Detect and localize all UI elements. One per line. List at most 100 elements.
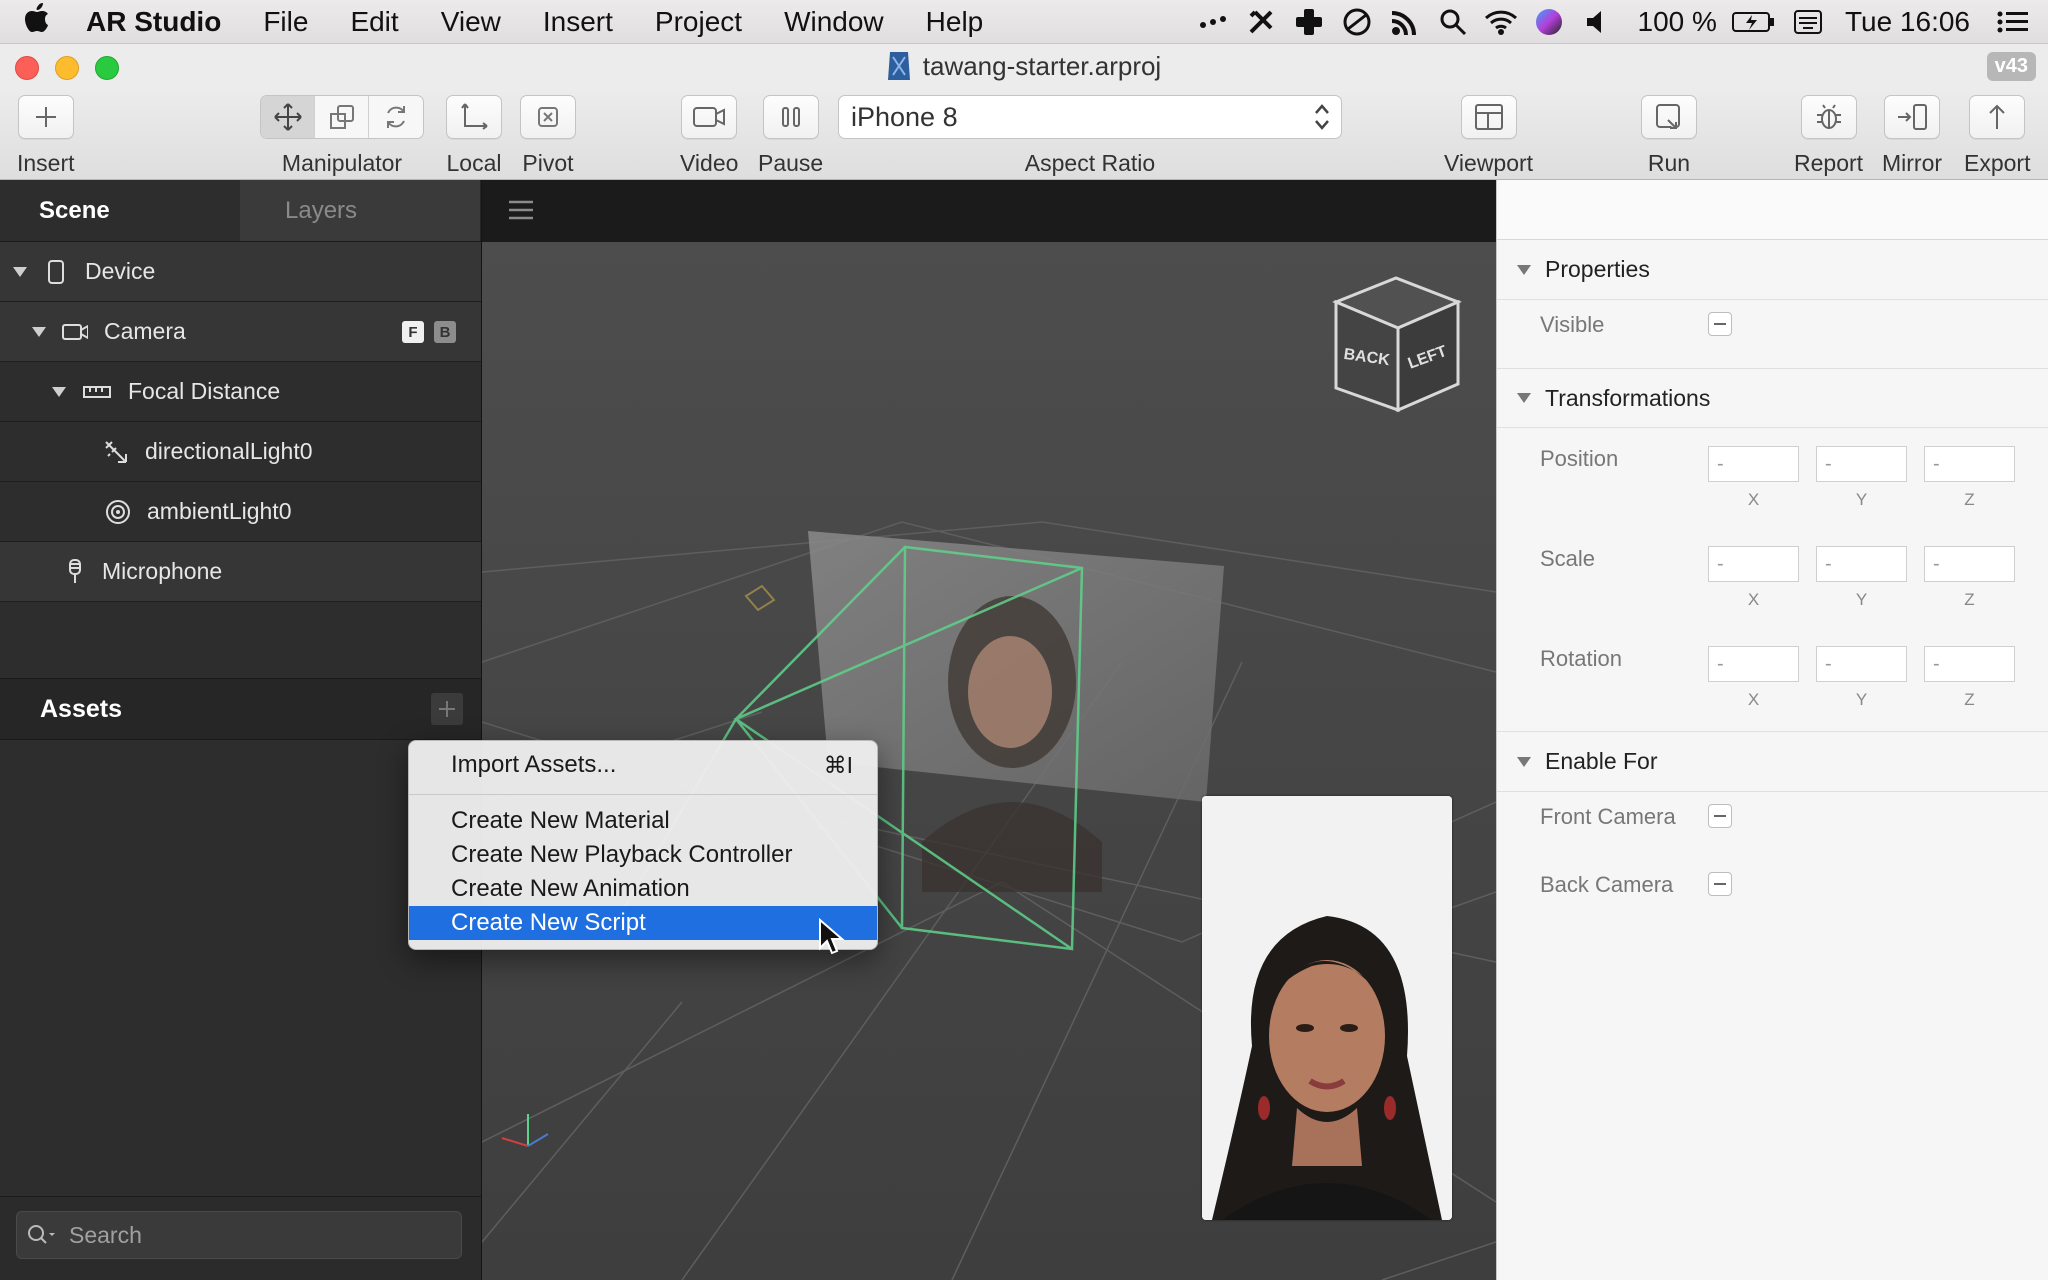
menu-create-playback-controller[interactable]: Create New Playback Controller bbox=[409, 838, 877, 872]
add-asset-button[interactable] bbox=[431, 693, 463, 725]
scale-x-field[interactable]: - bbox=[1708, 546, 1799, 582]
siri-icon[interactable] bbox=[1532, 5, 1566, 39]
menu-file[interactable]: File bbox=[242, 6, 329, 38]
menu-project[interactable]: Project bbox=[634, 6, 763, 38]
no-sign-icon[interactable] bbox=[1340, 5, 1374, 39]
disclosure-triangle-icon[interactable] bbox=[1517, 264, 1531, 275]
scale-button[interactable] bbox=[315, 96, 369, 138]
apple-menu-icon[interactable] bbox=[0, 2, 74, 41]
viewport[interactable]: BACK LEFT bbox=[482, 180, 1496, 1280]
position-z-field[interactable]: - bbox=[1924, 446, 2015, 482]
notification-list-icon[interactable] bbox=[1996, 5, 2030, 39]
local-button[interactable] bbox=[446, 95, 502, 139]
asset-search-box[interactable] bbox=[16, 1211, 462, 1259]
menu-create-animation[interactable]: Create New Animation bbox=[409, 872, 877, 906]
back-camera-checkbox[interactable] bbox=[1708, 872, 1732, 896]
tree-item-camera[interactable]: Camera F B bbox=[0, 302, 481, 362]
tree-item-focal-distance[interactable]: Focal Distance bbox=[0, 362, 481, 422]
dots-icon[interactable] bbox=[1196, 5, 1230, 39]
video-label: Video bbox=[680, 150, 739, 176]
export-button[interactable] bbox=[1969, 95, 2026, 139]
version-badge: v43 bbox=[1986, 52, 2036, 81]
tree-item-device[interactable]: Device bbox=[0, 242, 481, 302]
keyboard-icon[interactable] bbox=[1791, 5, 1825, 39]
mouse-cursor-icon bbox=[819, 918, 845, 955]
menu-create-script[interactable]: Create New Script bbox=[409, 906, 877, 940]
plus-cross-icon[interactable] bbox=[1292, 5, 1326, 39]
menu-create-material[interactable]: Create New Material bbox=[409, 804, 877, 838]
front-camera-badge[interactable]: F bbox=[402, 321, 424, 343]
move-button[interactable] bbox=[261, 96, 315, 138]
disclosure-triangle-icon[interactable] bbox=[52, 386, 66, 397]
rotate-button[interactable] bbox=[369, 96, 423, 138]
hamburger-menu-icon[interactable] bbox=[508, 199, 534, 221]
back-camera-badge[interactable]: B bbox=[434, 321, 456, 343]
disclosure-triangle-icon[interactable] bbox=[1517, 756, 1531, 767]
menu-view[interactable]: View bbox=[420, 6, 522, 38]
menu-insert[interactable]: Insert bbox=[522, 6, 634, 38]
tools-icon[interactable] bbox=[1244, 5, 1278, 39]
camera-icon bbox=[62, 319, 88, 345]
position-label: Position bbox=[1540, 446, 1619, 471]
rotation-z-field[interactable]: - bbox=[1924, 646, 2015, 682]
axis-label-x: X bbox=[1747, 590, 1760, 609]
export-arrow-icon bbox=[1989, 104, 2005, 129]
volume-icon[interactable] bbox=[1580, 5, 1614, 39]
disclosure-triangle-icon[interactable] bbox=[13, 266, 27, 277]
pivot-button[interactable] bbox=[520, 95, 576, 139]
section-transformations[interactable]: Transformations bbox=[1497, 368, 2048, 428]
section-properties[interactable]: Properties bbox=[1497, 240, 2048, 300]
battery-icon[interactable] bbox=[1731, 5, 1777, 39]
back-camera-label: Back Camera bbox=[1540, 872, 1674, 897]
zoom-window-button[interactable] bbox=[95, 56, 119, 80]
menu-window[interactable]: Window bbox=[763, 6, 905, 38]
position-x-field[interactable]: - bbox=[1708, 446, 1799, 482]
tree-item-label: Camera bbox=[104, 318, 186, 344]
clock[interactable]: Tue 16:06 bbox=[1845, 6, 1970, 38]
tab-layers[interactable]: Layers bbox=[240, 180, 480, 241]
rotation-y-field[interactable]: - bbox=[1816, 646, 1907, 682]
microphone-icon bbox=[64, 558, 86, 585]
tree-item-directional-light[interactable]: directionalLight0 bbox=[0, 422, 481, 482]
video-button[interactable] bbox=[681, 95, 738, 139]
rotation-x-field[interactable]: - bbox=[1708, 646, 1799, 682]
search-icon[interactable] bbox=[1436, 5, 1470, 39]
report-button[interactable] bbox=[1800, 95, 1857, 139]
scale-label: Scale bbox=[1540, 546, 1596, 571]
tree-item-microphone[interactable]: Microphone bbox=[0, 542, 481, 602]
tree-item-label: Device bbox=[85, 258, 156, 284]
tree-item-ambient-light[interactable]: ambientLight0 bbox=[0, 482, 481, 542]
device-select[interactable]: iPhone 8 bbox=[838, 95, 1342, 139]
wifi-icon[interactable] bbox=[1484, 5, 1518, 39]
minimize-window-button[interactable] bbox=[55, 56, 79, 80]
window-title: tawang-starter.arproj bbox=[922, 50, 1162, 81]
viewport-button[interactable] bbox=[1460, 95, 1517, 139]
pivot-tool: Pivot bbox=[520, 95, 576, 177]
search-icon[interactable] bbox=[27, 1223, 59, 1247]
back-camera-row: Back Camera bbox=[1497, 860, 2048, 928]
front-camera-checkbox[interactable] bbox=[1708, 804, 1732, 828]
search-input[interactable] bbox=[69, 1221, 429, 1249]
run-button[interactable] bbox=[1641, 95, 1697, 139]
scale-z-field[interactable]: - bbox=[1924, 546, 2015, 582]
navigation-cube[interactable]: BACK LEFT bbox=[1318, 270, 1468, 420]
app-menu[interactable]: AR Studio bbox=[74, 6, 242, 38]
close-window-button[interactable] bbox=[15, 56, 39, 80]
menu-help[interactable]: Help bbox=[905, 6, 1005, 38]
mirror-button[interactable] bbox=[1884, 95, 1941, 139]
tree-item-label: directionalLight0 bbox=[145, 438, 313, 464]
scale-y-field[interactable]: - bbox=[1816, 546, 1907, 582]
disclosure-triangle-icon[interactable] bbox=[32, 326, 46, 337]
insert-button[interactable] bbox=[17, 95, 74, 139]
feed-icon[interactable] bbox=[1388, 5, 1422, 39]
section-enable-for[interactable]: Enable For bbox=[1497, 732, 2048, 792]
disclosure-triangle-icon[interactable] bbox=[1517, 393, 1531, 403]
menu-edit[interactable]: Edit bbox=[329, 6, 419, 38]
visible-checkbox[interactable] bbox=[1708, 312, 1732, 336]
report-tool: Report bbox=[1794, 95, 1863, 177]
tab-scene[interactable]: Scene bbox=[0, 180, 240, 241]
position-y-field[interactable]: - bbox=[1816, 446, 1907, 482]
run-phone-icon bbox=[1656, 104, 1680, 129]
menu-import-assets[interactable]: Import Assets... ⌘I bbox=[409, 745, 877, 785]
pause-button[interactable] bbox=[762, 95, 819, 139]
